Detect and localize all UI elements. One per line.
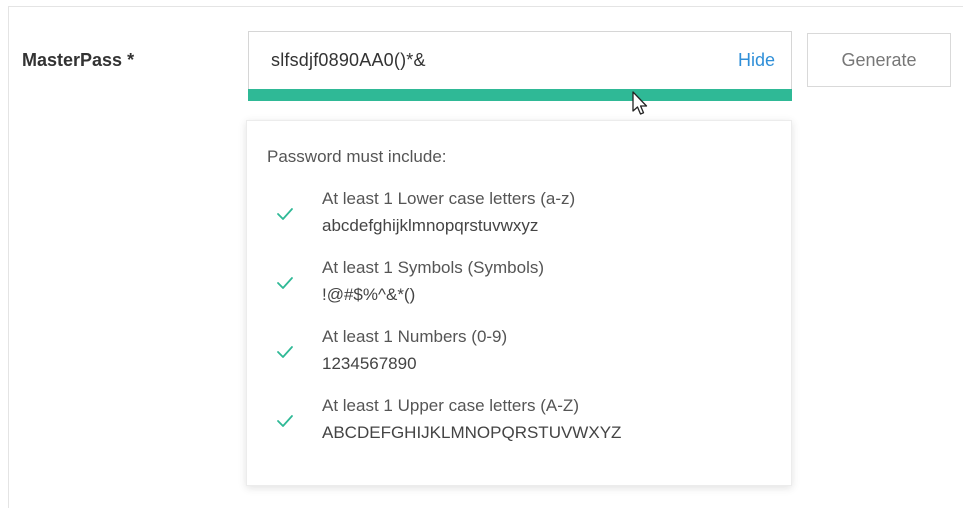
requirement-label: At least 1 Numbers (0-9): [322, 327, 508, 346]
password-form: MasterPass * slfsdjf0890AA0()*& Hide Gen…: [0, 0, 963, 508]
password-value: slfsdjf0890AA0()*&: [271, 50, 426, 70]
requirement-label: At least 1 Symbols (Symbols): [322, 258, 545, 277]
requirement-chars: abcdefghijklmnopqrstuvwxyz: [322, 216, 539, 235]
check-icon: [277, 415, 293, 427]
requirement-chars: 1234567890: [322, 354, 417, 373]
masterpass-label: MasterPass *: [22, 50, 135, 70]
password-input[interactable]: slfsdjf0890AA0()*& Hide: [248, 31, 792, 90]
requirement-lowercase: At least 1 Lower case letters (a-z) abcd…: [247, 189, 791, 249]
requirement-uppercase: At least 1 Upper case letters (A-Z) ABCD…: [247, 396, 791, 456]
password-strength-bar: [248, 89, 792, 101]
check-icon: [277, 346, 293, 358]
panel-top-border: [8, 6, 963, 7]
requirements-title: Password must include:: [267, 147, 447, 166]
requirement-chars: ABCDEFGHIJKLMNOPQRSTUVWXYZ: [322, 423, 622, 442]
check-icon: [277, 277, 293, 289]
requirement-numbers: At least 1 Numbers (0-9) 1234567890: [247, 327, 791, 387]
requirement-label: At least 1 Lower case letters (a-z): [322, 189, 576, 208]
requirement-symbols: At least 1 Symbols (Symbols) !@#$%^&*(): [247, 258, 791, 318]
panel-left-border: [8, 6, 9, 508]
requirement-label: At least 1 Upper case letters (A-Z): [322, 396, 579, 415]
password-field-wrapper: slfsdjf0890AA0()*& Hide: [248, 31, 792, 101]
requirement-chars: !@#$%^&*(): [322, 285, 416, 304]
password-requirements-popup: Password must include: At least 1 Lower …: [246, 120, 792, 486]
check-icon: [277, 208, 293, 220]
generate-button[interactable]: Generate: [807, 33, 951, 87]
hide-password-link[interactable]: Hide: [738, 50, 775, 71]
mouse-pointer-icon: [632, 91, 648, 115]
